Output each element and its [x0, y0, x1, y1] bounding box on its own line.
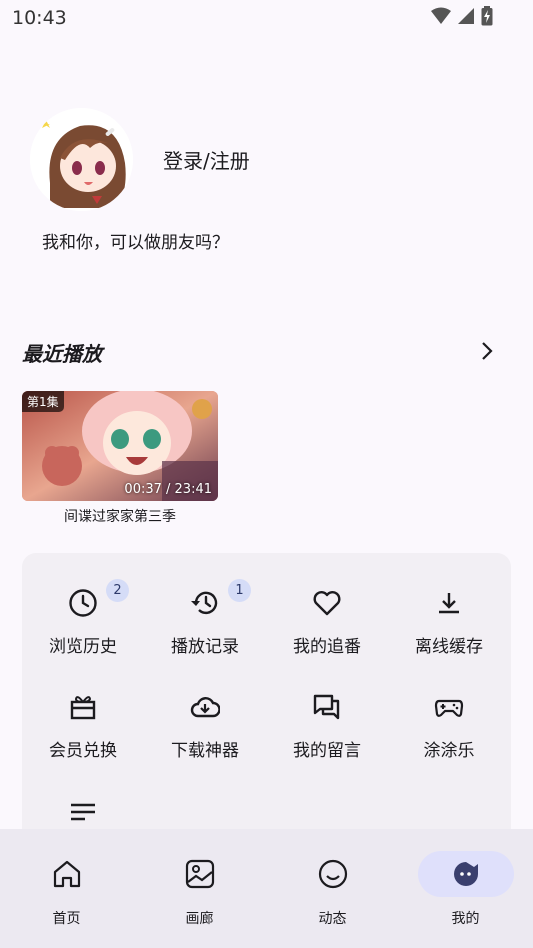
menu-doodle[interactable]: 涂涂乐: [388, 657, 510, 761]
menu-grid: 2 浏览历史 1 播放记录 我的追番 离线缓存 会员兑换 下载神器 我的留言 涂…: [22, 553, 511, 853]
cloud-download-icon: [190, 697, 220, 718]
status-time: 10:43: [12, 7, 67, 29]
profile-icon: [453, 862, 478, 886]
smile-icon: [318, 859, 347, 889]
download-icon: [439, 593, 459, 614]
menu-my-messages[interactable]: 我的留言: [266, 657, 388, 761]
nav-feed[interactable]: 动态: [266, 829, 399, 948]
history-icon: [191, 591, 218, 615]
signal-icon: [458, 8, 474, 24]
gallery-icon: [185, 859, 214, 889]
menu-label: 下载神器: [171, 741, 239, 761]
menu-label: 会员兑换: [49, 741, 117, 761]
nav-label: 画廊: [185, 911, 214, 927]
list-icon: [71, 803, 95, 821]
menu-browse-history[interactable]: 2 浏览历史: [22, 553, 144, 657]
bottom-navigation: 首页 画廊 动态 我的: [0, 829, 533, 948]
menu-my-follow[interactable]: 我的追番: [266, 553, 388, 657]
profile-signature: 我和你，可以做朋友吗？: [42, 233, 229, 253]
menu-label: 播放记录: [171, 637, 239, 657]
menu-download-tool[interactable]: 下载神器: [144, 657, 266, 761]
menu-vip-redeem[interactable]: 会员兑换: [22, 657, 144, 761]
wifi-icon: [431, 7, 451, 24]
menu-label: 涂涂乐: [423, 741, 475, 761]
menu-label: 离线缓存: [415, 637, 483, 657]
play-progress: 00:37 / 23:41: [124, 482, 212, 497]
menu-label: 我的追番: [293, 637, 361, 657]
menu-play-record[interactable]: 1 播放记录: [144, 553, 266, 657]
nav-label: 首页: [52, 911, 81, 927]
gamepad-icon: [434, 699, 464, 717]
video-thumbnail[interactable]: 第1集 00:37 / 23:41: [22, 391, 218, 501]
count-badge: 1: [228, 579, 251, 602]
active-indicator: [417, 851, 514, 897]
battery-icon: [481, 6, 493, 26]
recent-video-card[interactable]: 第1集 00:37 / 23:41 间谍过家家第三季: [22, 391, 218, 526]
menu-offline-cache[interactable]: 离线缓存: [388, 553, 510, 657]
section-title: 最近播放: [22, 342, 102, 366]
status-icons: [431, 6, 493, 26]
avatar[interactable]: [30, 108, 133, 211]
nav-label: 动态: [318, 911, 347, 927]
home-icon: [53, 860, 80, 888]
nav-mine[interactable]: 我的: [399, 829, 532, 948]
menu-label: 浏览历史: [49, 637, 117, 657]
heart-icon: [313, 591, 341, 616]
chat-icon: [313, 694, 340, 720]
login-register-link[interactable]: 登录/注册: [163, 145, 250, 174]
count-badge: 2: [106, 579, 129, 602]
recent-play-header: 最近播放: [22, 338, 502, 368]
clock-icon: [69, 589, 97, 617]
nav-label: 我的: [451, 911, 480, 927]
nav-gallery[interactable]: 画廊: [133, 829, 266, 948]
video-title: 间谍过家家第三季: [64, 509, 176, 525]
status-bar: 10:43: [0, 0, 533, 36]
nav-home[interactable]: 首页: [0, 829, 133, 948]
episode-badge: 第1集: [22, 391, 64, 412]
chevron-right-icon[interactable]: [480, 340, 494, 362]
menu-label: 我的留言: [293, 741, 361, 761]
gift-icon: [70, 696, 96, 720]
